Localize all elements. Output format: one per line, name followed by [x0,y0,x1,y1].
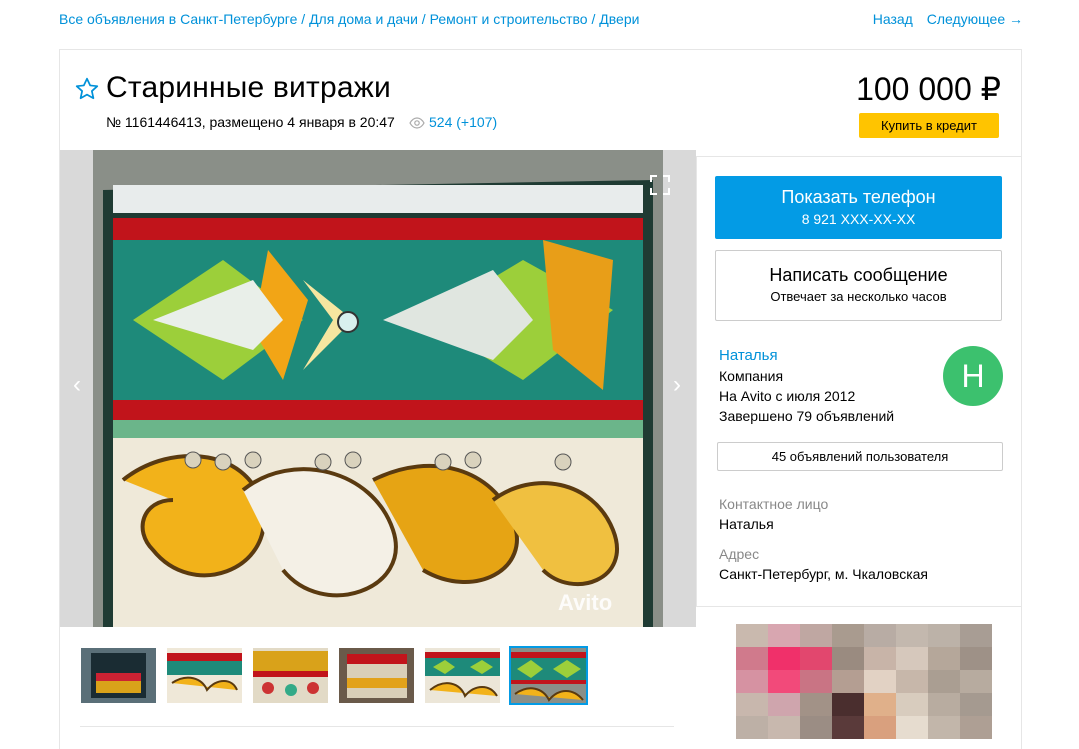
buy-on-credit-button[interactable]: Купить в кредит [859,113,999,138]
breadcrumb-item-home[interactable]: Для дома и дачи [309,11,418,27]
breadcrumb: Все объявления в Санкт-Петербурге / Для … [59,11,639,27]
thumbnail[interactable] [339,648,414,703]
address-value: Санкт-Петербург, м. Чкаловская [719,566,929,582]
show-phone-button[interactable]: Показать телефон 8 921 XXX-XX-XX [715,176,1002,239]
advertisement[interactable] [736,624,992,739]
seller-info: Наталья Компания На Avito с июля 2012 За… [719,346,894,426]
seller-type: Компания [719,368,784,384]
watermark: Avito [558,590,613,615]
next-link[interactable]: Следующее → [927,11,1023,27]
thumbnail[interactable] [81,648,156,703]
breadcrumb-item-repair[interactable]: Ремонт и строительство [430,11,588,27]
write-message-label: Написать сообщение [769,265,948,285]
breadcrumb-separator: / [587,11,600,27]
divider [80,726,674,727]
show-phone-label: Показать телефон [781,187,936,207]
thumbnail[interactable] [253,648,328,703]
next-photo-chevron-right-icon[interactable]: › [666,370,688,400]
breadcrumb-separator: / [297,11,310,27]
views-counter[interactable]: 524 (+107) [409,114,497,130]
photo-gallery: ‹ › Avito [60,150,696,627]
phone-masked: 8 921 XXX-XX-XX [801,211,916,227]
breadcrumb-item-doors[interactable]: Двери [599,11,639,27]
thumbnail[interactable] [425,648,500,703]
back-link[interactable]: Назад [873,11,913,27]
thumbnail[interactable] [167,648,242,703]
avatar[interactable]: Н [943,346,1003,406]
fullscreen-icon[interactable] [650,175,670,195]
response-time: Отвечает за несколько часов [770,289,947,304]
write-message-button[interactable]: Написать сообщение Отвечает за несколько… [715,250,1002,321]
contact-person-value: Наталья [719,516,774,532]
prev-photo-chevron-left-icon[interactable]: ‹ [66,370,88,400]
seller-completed: Завершено 79 объявлений [719,408,895,424]
seller-since: На Avito с июля 2012 [719,388,856,404]
page-title: Старинные витражи [106,71,391,104]
views-count[interactable]: 524 (+107) [429,114,497,130]
listing-meta: № 1161446413, размещено 4 января в 20:47 [106,114,395,130]
listing-header: Старинные витражи № 1161446413, размещен… [60,50,1021,157]
thumbnail-selected[interactable] [509,646,588,705]
user-ads-button[interactable]: 45 объявлений пользователя [717,442,1003,471]
seller-name[interactable]: Наталья [719,346,894,366]
contact-sidebar: Показать телефон 8 921 XXX-XX-XX Написат… [696,156,1022,607]
star-favorite-icon[interactable] [74,76,100,102]
breadcrumb-separator: / [417,11,430,27]
listing-nav: Назад Следующее → [863,11,1023,27]
eye-icon [409,117,425,129]
main-photo[interactable] [93,150,663,627]
address-label: Адрес [719,546,760,562]
breadcrumb-item-all[interactable]: Все объявления в Санкт-Петербурге [59,11,297,27]
price: 100 000 ₽ [856,71,1001,107]
contact-person-label: Контактное лицо [719,496,829,512]
